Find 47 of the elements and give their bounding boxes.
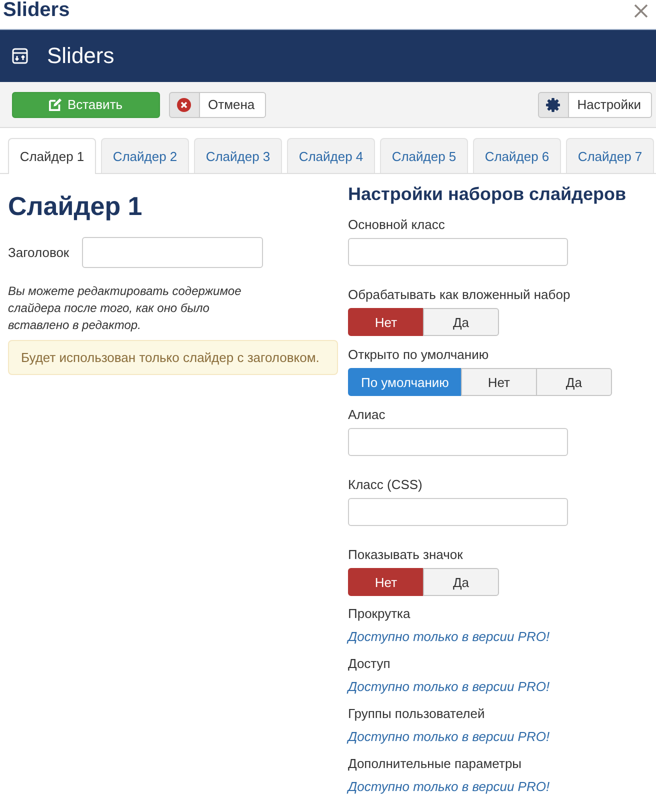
tab[interactable]: Слайдер 7	[566, 138, 654, 173]
gear-icon	[546, 98, 560, 112]
field-label: Открыто по умолчанию	[348, 346, 490, 363]
cancel-button[interactable]: Отмена	[169, 92, 266, 118]
field-label: Основной класс	[348, 216, 446, 233]
tab[interactable]: Слайдер 2	[101, 138, 189, 173]
close-icon[interactable]	[634, 4, 648, 18]
field-label: Класс (CSS)	[348, 476, 424, 493]
field-label: Прокрутка	[348, 605, 412, 622]
title-input[interactable]	[82, 237, 263, 268]
toggle-option[interactable]: Да	[423, 568, 499, 596]
toggle-option[interactable]: Да	[536, 368, 612, 396]
text-input[interactable]	[348, 428, 568, 456]
toggle-option[interactable]: Нет	[460, 368, 537, 396]
tab[interactable]: Слайдер 1	[8, 138, 96, 174]
tab[interactable]: Слайдер 3	[194, 138, 282, 173]
info-alert: Будет использован только слайдер с заголовком.	[8, 340, 338, 375]
tab[interactable]: Слайдер 6	[473, 138, 561, 173]
toggle-option[interactable]: Нет	[348, 308, 424, 336]
editor-note: Вы можете редактировать содержимое слайдера после того, как оно было вставлено в редактор.	[8, 283, 242, 334]
field-label: Группы пользователей	[348, 705, 486, 722]
pro-note: Доступно только в версии PRO!	[348, 678, 551, 695]
header-title: Sliders	[47, 43, 114, 69]
insert-button[interactable]: Вставить	[12, 92, 160, 118]
pro-note: Доступно только в версии PRO!	[348, 728, 551, 745]
field-label: Дополнительные параметры	[348, 755, 523, 772]
cancel-icon	[177, 98, 191, 112]
pro-note: Доступно только в версии PRO!	[348, 778, 551, 795]
dialog-title: Sliders	[3, 0, 70, 20]
settings-button[interactable]: Настройки	[538, 92, 652, 118]
text-input[interactable]	[348, 238, 568, 266]
toggle-option[interactable]: По умолчанию	[348, 368, 462, 396]
field-label: Показывать значок	[348, 546, 464, 563]
toggle-option[interactable]: Нет	[348, 568, 424, 596]
sliders-icon	[12, 48, 28, 64]
tab[interactable]: Слайдер 4	[287, 138, 375, 173]
toggle-option[interactable]: Да	[423, 308, 499, 336]
text-input[interactable]	[348, 498, 568, 526]
tab[interactable]: Слайдер 5	[380, 138, 468, 173]
title-label: Заголовок	[8, 245, 70, 260]
pro-note: Доступно только в версии PRO!	[348, 628, 551, 645]
field-label: Обрабатывать как вложенный набор	[348, 286, 572, 303]
field-label: Доступ	[348, 655, 392, 672]
slider-heading: Слайдер 1	[8, 191, 144, 221]
settings-heading: Настройки наборов слайдеров	[348, 183, 628, 205]
edit-icon	[49, 98, 62, 111]
field-label: Алиас	[348, 406, 386, 423]
